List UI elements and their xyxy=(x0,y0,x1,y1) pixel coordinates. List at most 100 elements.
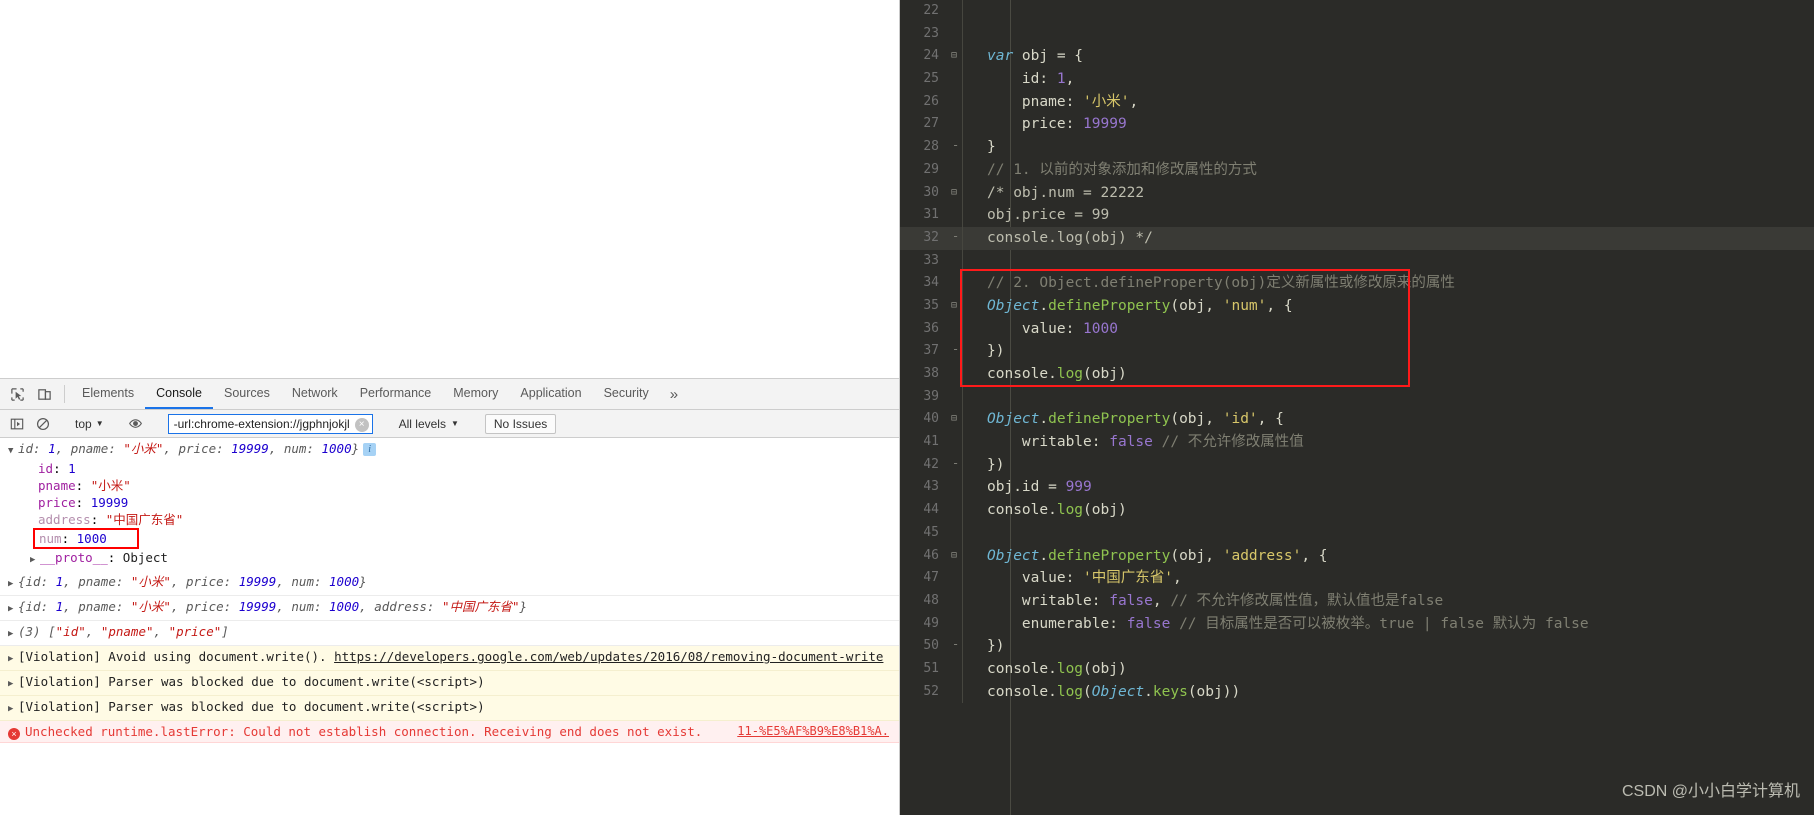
code-token: console. xyxy=(987,660,1057,677)
expand-arrow-icon[interactable]: ▶ xyxy=(8,626,18,643)
code-line[interactable]: 22 xyxy=(900,0,1814,23)
violation-link[interactable]: https://developers.google.com/web/update… xyxy=(334,649,883,664)
clear-filter-icon[interactable]: × xyxy=(354,417,369,432)
code-fold-toggle-icon[interactable]: ⊟ xyxy=(946,45,962,68)
code-line[interactable]: 45 xyxy=(900,521,1814,545)
info-badge-icon[interactable]: i xyxy=(363,443,377,456)
log-level-selector[interactable]: All levels ▼ xyxy=(392,417,466,431)
expand-arrow-icon[interactable]: ▶ xyxy=(8,701,18,718)
console-sidebar-toggle-icon[interactable] xyxy=(4,411,30,437)
tab-memory[interactable]: Memory xyxy=(442,379,509,409)
console-message-object-3[interactable]: ▶ {id: 1, pname: "小米", price: 19999, num:… xyxy=(0,596,899,621)
device-toolbar-icon[interactable] xyxy=(31,379,58,409)
code-line[interactable]: 37 ╶}) xyxy=(900,340,1814,363)
code-fold-toggle-icon[interactable]: ╶ xyxy=(946,454,962,477)
inspect-element-icon[interactable] xyxy=(4,379,31,409)
code-line[interactable]: 23 xyxy=(900,22,1814,46)
tab-application[interactable]: Application xyxy=(509,379,592,409)
issues-button[interactable]: No Issues xyxy=(484,413,557,434)
code-line[interactable]: 38 console.log(obj) xyxy=(900,363,1814,386)
expand-arrow-icon[interactable]: ▼ xyxy=(8,443,18,460)
line-number: 28 xyxy=(923,139,939,155)
tab-sources[interactable]: Sources xyxy=(213,379,281,409)
code-line[interactable]: 47 value: '中国广东省', xyxy=(900,567,1814,590)
code-fold-toggle-icon[interactable]: ╶ xyxy=(946,136,962,159)
console-message-violation-2[interactable]: ▶ [Violation] Parser was blocked due to d… xyxy=(0,671,899,696)
code-token: obj = { xyxy=(1021,48,1084,65)
line-number: 45 xyxy=(923,524,939,540)
console-filter-input[interactable]: -url:chrome-extension://jgphnjokjl × xyxy=(167,413,373,434)
code-line[interactable]: 30 ⊟ /* obj.num = 22222 xyxy=(900,181,1814,205)
preview-token: "pname" xyxy=(100,624,154,639)
console-message-expanded-object[interactable]: ▼ id: 1, pname: "小米", price: 19999, num: … xyxy=(0,438,899,571)
code-line[interactable]: 52 console.log(Object.keys(obj)) xyxy=(900,680,1814,704)
code-line[interactable]: 51 console.log(obj) xyxy=(900,657,1814,681)
code-token: , { xyxy=(1301,547,1328,564)
code-fold-toggle-icon[interactable]: ╶ xyxy=(946,635,962,658)
code-line[interactable]: 43 obj.id = 999 xyxy=(900,476,1814,500)
code-line[interactable]: 36 value: 1000 xyxy=(900,317,1814,341)
tab-network[interactable]: Network xyxy=(281,379,349,409)
live-expression-eye-icon[interactable] xyxy=(123,411,149,437)
code-line[interactable]: 28 ╶} xyxy=(900,136,1814,159)
more-tabs-icon[interactable]: » xyxy=(660,379,688,409)
code-editor-panel[interactable]: 22 23 24 ⊟ var obj = {25 id: 1, 26 pname: '小米… xyxy=(900,0,1814,815)
code-line[interactable]: 35 ⊟ Object.defineProperty(obj, 'num', { xyxy=(900,294,1814,318)
code-fold-toggle-icon[interactable]: ╶ xyxy=(946,227,962,250)
object-preview: (3) ["id", "pname", "price"] xyxy=(18,624,229,639)
code-token: } xyxy=(987,139,996,156)
code-token: keys xyxy=(1152,683,1188,700)
code-fold-toggle-icon[interactable]: ⊟ xyxy=(946,408,962,431)
tab-label: Application xyxy=(520,386,582,400)
code-line[interactable]: 41 writable: false // 不允许修改属性值 xyxy=(900,431,1814,454)
console-message-violation-3[interactable]: ▶ [Violation] Parser was blocked due to d… xyxy=(0,696,899,721)
code-line[interactable]: 24 ⊟ var obj = { xyxy=(900,45,1814,69)
tab-security[interactable]: Security xyxy=(593,379,660,409)
code-token: var xyxy=(987,48,1022,65)
code-line[interactable]: 42 ╶}) xyxy=(900,453,1814,477)
object-property-proto[interactable]: ▶ __proto__: Object xyxy=(8,549,899,569)
console-output[interactable]: ▼ id: 1, pname: "小米", price: 19999, num: … xyxy=(0,438,899,815)
expand-arrow-icon[interactable]: ▶ xyxy=(8,651,18,668)
error-source-link[interactable]: 11-%E5%AF%B9%E8%B1%A. xyxy=(737,723,889,740)
code-line[interactable]: 31 obj.price = 99 xyxy=(900,204,1814,227)
clear-console-icon[interactable] xyxy=(30,411,56,437)
code-fold-toggle-icon[interactable]: ⊟ xyxy=(946,295,962,318)
code-line[interactable]: 50 ╶}) xyxy=(900,635,1814,658)
expand-arrow-icon[interactable]: ▶ xyxy=(8,576,18,593)
code-line[interactable]: 44 console.log(obj) xyxy=(900,499,1814,522)
line-number: 48 xyxy=(923,592,939,608)
code-line[interactable]: 39 xyxy=(900,385,1814,409)
code-text: console.log(obj) */ xyxy=(963,227,1153,250)
expand-arrow-icon[interactable]: ▶ xyxy=(30,552,40,569)
code-fold-toggle-icon[interactable]: ╶ xyxy=(946,340,962,363)
expand-arrow-icon[interactable]: ▶ xyxy=(8,601,18,618)
summary-pname-value: "小米" xyxy=(123,441,164,456)
code-line[interactable]: 25 id: 1, xyxy=(900,68,1814,91)
code-line[interactable]: 33 xyxy=(900,249,1814,273)
code-line[interactable]: 49 enumerable: false // 目标属性是否可以被枚举。true… xyxy=(900,612,1814,636)
code-line[interactable]: 27 price: 19999 xyxy=(900,113,1814,137)
console-message-error[interactable]: × Unchecked runtime.lastError: Could not … xyxy=(0,721,899,743)
tab-console[interactable]: Console xyxy=(145,379,213,409)
console-message-object-2[interactable]: ▶ {id: 1, pname: "小米", price: 19999, num:… xyxy=(0,571,899,596)
console-message-violation-1[interactable]: ▶ [Violation] Avoid using document.write(… xyxy=(0,646,899,671)
console-message-array-keys[interactable]: ▶ (3) ["id", "pname", "price"] xyxy=(0,621,899,646)
execution-context-selector[interactable]: top ▼ xyxy=(69,417,110,431)
code-fold-toggle-icon[interactable]: ⊟ xyxy=(946,545,962,568)
line-number: 26 xyxy=(923,93,939,109)
code-line[interactable]: 26 pname: '小米', xyxy=(900,90,1814,114)
code-line[interactable]: 32 ╶ console.log(obj) */ xyxy=(900,226,1814,250)
tab-performance[interactable]: Performance xyxy=(349,379,443,409)
code-fold-toggle-icon[interactable]: ⊟ xyxy=(946,182,962,205)
code-line[interactable]: 46 ⊟ Object.defineProperty(obj, 'address',… xyxy=(900,544,1814,568)
code-text: value: 1000 xyxy=(963,318,1118,341)
code-line[interactable]: 48 writable: false, // 不允许修改属性值，默认值也是fal… xyxy=(900,589,1814,613)
code-line[interactable]: 34 // 2. Object.defineProperty(obj)定义新属性或… xyxy=(900,272,1814,295)
tab-elements[interactable]: Elements xyxy=(71,379,145,409)
code-line[interactable]: 40 ⊟ Object.defineProperty(obj, 'id', { xyxy=(900,408,1814,432)
expand-arrow-icon[interactable]: ▶ xyxy=(8,676,18,693)
code-line[interactable]: 29 // 1. 以前的对象添加和修改属性的方式 xyxy=(900,158,1814,182)
